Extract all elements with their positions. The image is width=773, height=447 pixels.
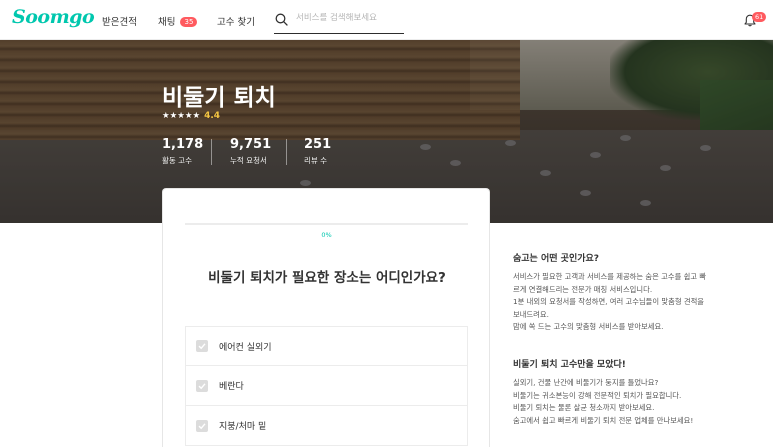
search-icon[interactable] bbox=[275, 13, 288, 26]
section-text-line: 실외기, 건물 난간에 비둘기가 둥지를 틀었나요? bbox=[513, 378, 659, 387]
answer-options: 에어컨 실외기 베란다 지붕/처마 밑 bbox=[185, 326, 468, 446]
section-text-line: 보내드려요. bbox=[513, 309, 549, 319]
about-soomgo-section: 숨고는 어떤 곳인가요? 서비스가 필요한 고객과 서비스를 제공하는 숨은 고… bbox=[513, 251, 728, 334]
nav-received-quotes[interactable]: 받은견적 bbox=[102, 14, 137, 28]
option-balcony[interactable]: 베란다 bbox=[185, 366, 468, 406]
stat-divider bbox=[211, 139, 212, 165]
pigeon-control-pros-section: 비둘기 퇴치 고수만을 모았다! 실외기, 건물 난간에 비둘기가 둥지를 틀었… bbox=[513, 357, 728, 427]
page-title: 비둘기 퇴치 bbox=[162, 85, 276, 111]
option-roof-eaves[interactable]: 지붕/처마 밑 bbox=[185, 406, 468, 446]
stat-active-pros: 1,178 활동 고수 bbox=[162, 137, 203, 166]
section-text-line: 비둘기 퇴치는 물론 살균 청소까지 받아보세요. bbox=[513, 403, 655, 412]
stat-label: 누적 요청서 bbox=[230, 156, 267, 165]
nav-label: 고수 찾기 bbox=[217, 17, 255, 28]
request-form-card: 0% 비둘기 퇴치가 필요한 장소는 어디인가요? 에어컨 실외기 베란다 지붕… bbox=[162, 188, 490, 447]
rating-stars: ★★★★★ bbox=[162, 111, 201, 121]
nav-find-pro[interactable]: 고수 찾기 bbox=[217, 14, 255, 28]
stat-value: 9,751 bbox=[230, 137, 272, 152]
checkbox[interactable] bbox=[196, 379, 208, 392]
option-label: 지붕/처마 밑 bbox=[219, 422, 267, 432]
check-icon bbox=[198, 343, 206, 350]
section-text-line: 숨고에서 쉽고 빠르게 비둘기 퇴치 전문 업체를 만나보세요! bbox=[513, 415, 694, 425]
search-bar bbox=[274, 10, 404, 34]
question-title: 비둘기 퇴치가 필요한 장소는 어디인가요? bbox=[208, 270, 446, 286]
stat-label: 리뷰 수 bbox=[304, 156, 328, 165]
nav-label: 받은견적 bbox=[102, 17, 137, 28]
checkbox[interactable] bbox=[196, 419, 208, 432]
section-title: 숨고는 어떤 곳인가요? bbox=[513, 254, 600, 264]
rating-score: 4.4 bbox=[204, 111, 221, 121]
section-text-line: 맘에 쏙 드는 고수의 맞춤형 서비스를 받아보세요. bbox=[513, 322, 664, 331]
section-text-line: 서비스가 필요한 고객과 서비스를 제공하는 숨은 고수를 쉽고 빠 bbox=[513, 272, 707, 281]
section-text-line: 비둘기는 귀소본능이 강해 전문적인 퇴치가 필요합니다. bbox=[513, 390, 682, 400]
option-label: 에어컨 실외기 bbox=[219, 342, 272, 353]
nav-chat[interactable]: 채팅 35 bbox=[158, 14, 198, 28]
check-icon bbox=[198, 382, 206, 389]
progress-bar bbox=[185, 223, 468, 225]
option-label: 베란다 bbox=[219, 382, 244, 392]
stat-total-requests: 9,751 누적 요청서 bbox=[230, 137, 271, 166]
top-header: Soomgo 받은견적 채팅 35 고수 찾기 61 bbox=[0, 0, 773, 40]
option-aircon-outdoor-unit[interactable]: 에어컨 실외기 bbox=[185, 326, 468, 366]
stat-divider bbox=[286, 139, 287, 165]
section-text-line: 르게 연결해드리는 전문가 매칭 서비스입니다. bbox=[513, 284, 653, 294]
soomgo-logo[interactable]: Soomgo bbox=[12, 6, 95, 28]
notification-count-badge: 61 bbox=[752, 12, 767, 22]
checkbox[interactable] bbox=[196, 340, 208, 352]
chat-count-badge: 35 bbox=[180, 17, 198, 27]
search-input[interactable] bbox=[296, 13, 401, 23]
stat-value: 251 bbox=[304, 137, 332, 152]
rating-summary: ★★★★★ 4.4 bbox=[162, 111, 220, 121]
section-title: 비둘기 퇴치 고수만을 모았다! bbox=[513, 360, 626, 370]
stat-value: 1,178 bbox=[162, 137, 204, 152]
progress-percent: 0% bbox=[321, 231, 332, 239]
stat-review-count: 251 리뷰 수 bbox=[304, 137, 331, 166]
nav-label: 채팅 bbox=[158, 17, 176, 28]
check-icon bbox=[198, 422, 206, 429]
stat-label: 활동 고수 bbox=[162, 156, 192, 165]
section-text-line: 1분 내외의 요청서를 작성하면, 여러 고수님들이 맞춤형 견적을 bbox=[513, 297, 705, 306]
